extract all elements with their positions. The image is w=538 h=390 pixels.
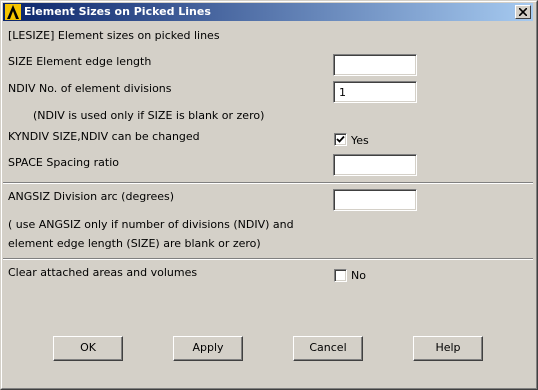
angsiz-note-line-2: element edge length (SIZE) are blank or … [8,237,261,250]
ansys-logo-icon [5,4,21,20]
angsiz-note-line-1: ( use ANGSIZ only if number of divisions… [8,218,294,231]
angsiz-label: ANGSIZ Division arc (degrees) [8,190,175,203]
space-input[interactable] [333,154,417,176]
separator [3,258,533,260]
ndiv-note: (NDIV is used only if SIZE is blank or z… [33,109,265,122]
kyndiv-label: KYNDIV SIZE,NDIV can be changed [8,130,200,143]
clear-no-label: No [351,269,366,282]
ndiv-label: NDIV No. of element divisions [8,82,172,95]
checkmark-icon [336,135,345,143]
title-bar[interactable]: Element Sizes on Picked Lines [3,3,533,21]
ndiv-input[interactable] [333,81,417,103]
command-header: [LESIZE] Element sizes on picked lines [8,29,220,42]
size-input[interactable] [333,54,417,76]
apply-button[interactable]: Apply [173,336,243,361]
window-title: Element Sizes on Picked Lines [24,5,211,18]
space-label: SPACE Spacing ratio [8,156,119,169]
angsiz-input[interactable] [333,189,417,211]
size-label: SIZE Element edge length [8,55,152,68]
close-button[interactable] [515,5,531,19]
help-button[interactable]: Help [413,336,483,361]
ok-button[interactable]: OK [53,336,123,361]
cancel-button[interactable]: Cancel [293,336,363,361]
clear-checkbox[interactable] [334,269,347,282]
kyndiv-yes-label: Yes [351,134,369,147]
kyndiv-checkbox[interactable] [334,133,347,146]
close-icon [519,8,527,16]
clear-label: Clear attached areas and volumes [8,266,198,279]
separator [3,182,533,184]
